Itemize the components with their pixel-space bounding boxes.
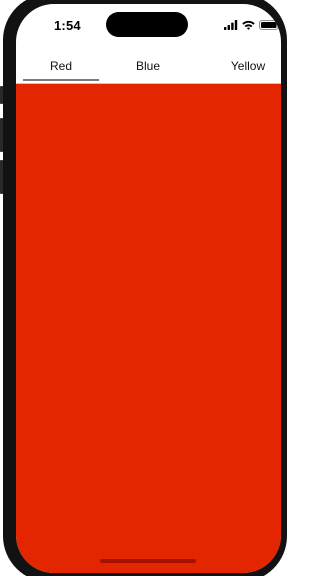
red-page-content[interactable] bbox=[16, 84, 281, 573]
cellular-signal-icon bbox=[224, 17, 238, 35]
wifi-icon bbox=[242, 17, 255, 35]
dynamic-island bbox=[106, 12, 188, 37]
tab-yellow[interactable]: Yellow bbox=[196, 48, 281, 84]
device-stage: 1:54 Red Blue Yellow bbox=[0, 0, 290, 576]
battery-icon bbox=[259, 17, 281, 35]
status-bar: 1:54 bbox=[16, 4, 281, 48]
selected-tab-indicator bbox=[23, 79, 99, 81]
phone-screen: 1:54 Red Blue Yellow bbox=[16, 4, 281, 573]
status-icons bbox=[224, 20, 281, 31]
home-indicator[interactable] bbox=[100, 559, 196, 563]
tab-blue[interactable]: Blue bbox=[106, 48, 190, 84]
status-time: 1:54 bbox=[54, 18, 81, 33]
phone-frame: 1:54 Red Blue Yellow bbox=[3, 0, 287, 576]
top-tab-bar: Red Blue Yellow bbox=[16, 48, 281, 84]
